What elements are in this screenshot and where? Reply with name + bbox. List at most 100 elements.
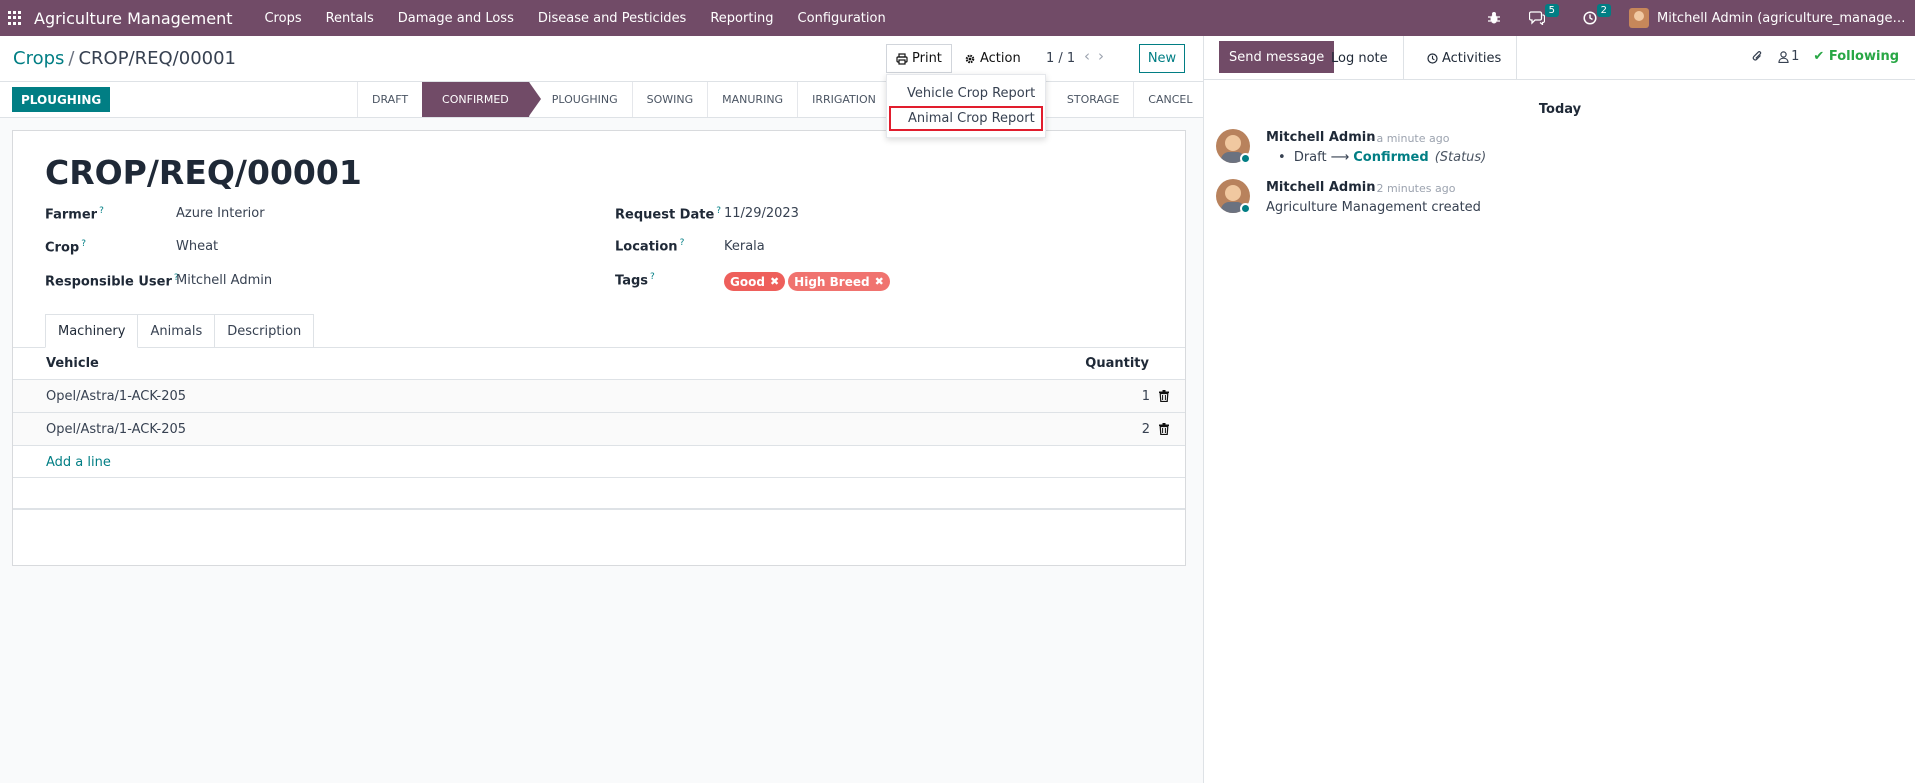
- menu-crops[interactable]: Crops: [252, 11, 313, 26]
- date-separator: Today: [1538, 102, 1582, 117]
- farmer-label: Farmer?: [45, 206, 104, 223]
- chevron-right-icon[interactable]: ›: [1098, 47, 1104, 65]
- tab-machinery[interactable]: Machinery: [45, 314, 139, 348]
- column-header-vehicle[interactable]: Vehicle: [46, 356, 99, 371]
- log-note-button[interactable]: Log note: [1316, 36, 1404, 80]
- stage-draft[interactable]: DRAFT: [357, 82, 422, 117]
- trash-icon[interactable]: [1159, 390, 1169, 402]
- menu-rentals[interactable]: Rentals: [314, 11, 386, 26]
- breadcrumb-separator: /: [68, 48, 75, 69]
- gear-icon: [964, 53, 976, 65]
- user-avatar[interactable]: [1629, 8, 1649, 28]
- location-field[interactable]: Kerala: [724, 239, 765, 254]
- clock-icon: [1427, 52, 1438, 64]
- request-date-label: Request Date?: [615, 206, 722, 223]
- chatter-toolbar: Send message Log note Activities 1 ✔ Fol…: [1204, 36, 1915, 80]
- close-icon[interactable]: ✖: [770, 275, 779, 288]
- app-title[interactable]: Agriculture Management: [34, 9, 232, 28]
- tags-field[interactable]: Good ✖ High Breed ✖: [724, 272, 893, 291]
- followers-button[interactable]: 1: [1778, 49, 1799, 64]
- tags-label: Tags?: [615, 272, 655, 289]
- form-sheet: CROP/REQ/00001 Farmer? Azure Interior Cr…: [12, 130, 1186, 566]
- paperclip-icon[interactable]: [1751, 50, 1764, 63]
- crop-field[interactable]: Wheat: [176, 239, 218, 254]
- message-time: - a minute ago: [1369, 132, 1450, 145]
- messages-badge: 5: [1544, 4, 1559, 17]
- menu-damage-and-loss[interactable]: Damage and Loss: [386, 11, 526, 26]
- stage-manuring[interactable]: MANURING: [707, 82, 797, 117]
- action-label: Action: [980, 51, 1021, 66]
- responsible-user-label: Responsible User?: [45, 273, 179, 290]
- table-row[interactable]: Opel/Astra/1-ACK-205 2: [13, 413, 1185, 446]
- tag-good: Good ✖: [724, 272, 786, 291]
- quantity-cell[interactable]: 2: [1142, 422, 1150, 437]
- followers-count: 1: [1791, 49, 1800, 64]
- vehicle-cell[interactable]: Opel/Astra/1-ACK-205: [46, 389, 186, 404]
- tab-animals[interactable]: Animals: [138, 314, 216, 348]
- menu-disease-and-pesticides[interactable]: Disease and Pesticides: [526, 11, 699, 26]
- activities-clock-icon[interactable]: 2: [1583, 4, 1611, 25]
- help-icon[interactable]: ?: [716, 206, 721, 216]
- online-status-icon: [1240, 203, 1251, 214]
- action-button[interactable]: Action: [956, 44, 1029, 73]
- column-header-quantity[interactable]: Quantity: [1085, 356, 1149, 371]
- table-row[interactable]: Opel/Astra/1-ACK-205 1: [13, 380, 1185, 413]
- stage-irrigation[interactable]: IRRIGATION: [797, 82, 890, 117]
- top-navbar: Agriculture Management Crops Rentals Dam…: [0, 0, 1915, 36]
- check-icon: ✔: [1813, 49, 1825, 64]
- request-date-field[interactable]: 11/29/2023: [724, 206, 799, 221]
- animal-crop-report-item[interactable]: Animal Crop Report: [889, 106, 1043, 131]
- tab-description[interactable]: Description: [215, 314, 315, 348]
- help-icon[interactable]: ?: [99, 206, 104, 216]
- debug-bug-icon[interactable]: [1487, 11, 1501, 25]
- chatter-panel: Send message Log note Activities 1 ✔ Fol…: [1203, 36, 1915, 783]
- menu-reporting[interactable]: Reporting: [698, 11, 785, 26]
- vehicle-cell[interactable]: Opel/Astra/1-ACK-205: [46, 422, 186, 437]
- vehicle-crop-report-item[interactable]: Vehicle Crop Report: [887, 81, 1045, 106]
- table-header: Vehicle Quantity: [13, 348, 1185, 380]
- messages-icon[interactable]: 5: [1529, 4, 1559, 25]
- quantity-cell[interactable]: 1: [1142, 389, 1150, 404]
- user-menu[interactable]: Mitchell Admin (agriculture_management): [1657, 11, 1907, 26]
- activities-button[interactable]: Activities: [1412, 36, 1518, 80]
- trash-icon[interactable]: [1159, 423, 1169, 435]
- user-icon: [1778, 50, 1789, 63]
- stage-confirmed[interactable]: CONFIRMED: [422, 82, 541, 117]
- stage-ploughing[interactable]: PLOUGHING: [528, 82, 632, 117]
- ploughing-button[interactable]: PLOUGHING: [12, 87, 111, 112]
- breadcrumb-current: CROP/REQ/00001: [78, 48, 237, 69]
- message-body: Agriculture Management created: [1266, 200, 1481, 215]
- message-author[interactable]: Mitchell Admin: [1266, 180, 1375, 195]
- activities-badge: 2: [1596, 4, 1611, 17]
- chevron-left-icon[interactable]: ‹: [1084, 47, 1090, 65]
- help-icon[interactable]: ?: [650, 272, 655, 282]
- add-line-row: Add a line: [13, 446, 1185, 478]
- online-status-icon: [1240, 153, 1251, 164]
- pager-nav: ‹ ›: [1084, 47, 1104, 65]
- breadcrumb: Crops / CROP/REQ/00001: [13, 48, 236, 69]
- message-author[interactable]: Mitchell Admin: [1266, 130, 1375, 145]
- add-line-link[interactable]: Add a line: [46, 455, 111, 470]
- new-button[interactable]: New: [1139, 44, 1185, 73]
- responsible-user-field[interactable]: Mitchell Admin: [176, 273, 272, 288]
- pager-value[interactable]: 1 / 1: [1046, 51, 1075, 66]
- chatter-right-actions: 1 ✔ Following: [1751, 49, 1899, 64]
- arrow-right-icon: ⟶: [1330, 150, 1350, 165]
- farmer-field[interactable]: Azure Interior: [176, 206, 265, 221]
- menu-configuration[interactable]: Configuration: [786, 11, 898, 26]
- stage-cancel[interactable]: CANCEL: [1133, 82, 1206, 117]
- apps-grid-icon[interactable]: [8, 11, 22, 25]
- stage-sowing[interactable]: SOWING: [631, 82, 708, 117]
- breadcrumb-crops-link[interactable]: Crops: [13, 48, 64, 69]
- print-button[interactable]: Print: [886, 44, 952, 73]
- record-title: CROP/REQ/00001: [45, 153, 362, 192]
- help-icon[interactable]: ?: [680, 238, 685, 248]
- crop-label: Crop?: [45, 239, 86, 256]
- following-button[interactable]: ✔ Following: [1813, 49, 1899, 64]
- print-label: Print: [912, 51, 942, 66]
- help-icon[interactable]: ?: [81, 239, 86, 249]
- message-time: - 2 minutes ago: [1369, 182, 1456, 195]
- tracking-value: • Draft ⟶ Confirmed (Status): [1278, 150, 1487, 165]
- empty-row: [13, 478, 1185, 510]
- close-icon[interactable]: ✖: [875, 275, 884, 288]
